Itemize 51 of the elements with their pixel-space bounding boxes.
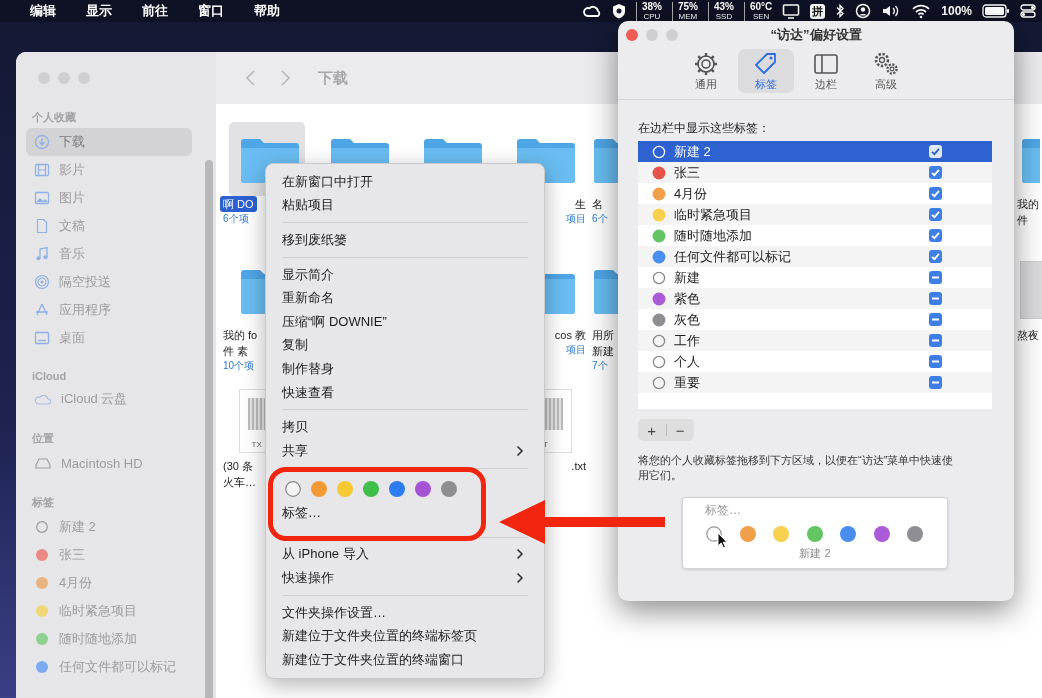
stat-label: CPU	[643, 11, 661, 21]
item-count: 项目	[565, 343, 587, 357]
item-count: 6个项	[222, 212, 250, 226]
tag-name: 新建	[674, 268, 701, 287]
battery-percent: 100%	[941, 4, 972, 18]
tag-name: 张三	[674, 163, 701, 182]
sidebar-heading: 标签	[31, 495, 55, 510]
stat-value: 75%	[677, 1, 698, 12]
tag-name: 任何文件都可以标记	[674, 247, 792, 266]
hover-label: 新建 2	[799, 546, 831, 561]
tag-name: 灰色	[674, 310, 701, 329]
tag-name: 随时随地添加	[674, 226, 753, 245]
file-name: .txt	[570, 459, 587, 474]
file-name: 熬夜	[1017, 328, 1039, 343]
tag-name: 新建 2	[674, 142, 712, 161]
stat-label: MEM	[678, 11, 698, 21]
tag-name: 紫色	[674, 289, 701, 308]
favorites-title: 标签…	[705, 502, 741, 519]
file-name: 生	[574, 197, 587, 212]
file-name: 件 素	[222, 344, 250, 359]
file-name: (30 条	[222, 459, 254, 474]
tag-name: 4月份	[674, 184, 709, 203]
stat-label: SEN	[752, 11, 770, 21]
file-name: 我的	[1017, 197, 1039, 212]
sidebar-heading: iCloud	[31, 369, 68, 384]
file-name: 我的 fo	[222, 328, 259, 343]
sidebar-heading: 个人收藏	[31, 110, 77, 125]
item-count: 项目	[565, 212, 587, 226]
tag-name: 个人	[674, 352, 701, 371]
file-name: 用所	[592, 328, 614, 343]
tag-name: 临时紧急项目	[674, 205, 753, 224]
window-title: 下载	[318, 68, 348, 88]
file-name: 件	[1017, 213, 1028, 228]
window-title: “访达”偏好设置	[770, 26, 862, 44]
tag-name: 工作	[674, 331, 701, 350]
file-name: 新建	[592, 344, 614, 359]
item-count: 10个项	[222, 359, 256, 373]
description-text: 将您的个人收藏标签拖移到下方区域，以便在“访达”菜单中快速使用它们。	[638, 453, 954, 483]
item-count: 6个	[592, 212, 608, 226]
item-count: 7个	[592, 359, 608, 373]
stat-value: 43%	[713, 1, 734, 12]
file-name: 名	[592, 197, 603, 212]
tag-name: 重要	[674, 373, 701, 392]
stat-label: SSD	[715, 11, 733, 21]
sidebar-heading: 位置	[31, 431, 55, 446]
file-name: cos 教	[553, 328, 587, 343]
list-label: 在边栏中显示这些标签：	[638, 120, 771, 137]
file-name: 啊 DO	[220, 196, 257, 212]
file-name: 火车…	[222, 475, 257, 490]
stat-value: 38%	[641, 1, 662, 12]
stat-value: 60°C	[749, 1, 773, 12]
